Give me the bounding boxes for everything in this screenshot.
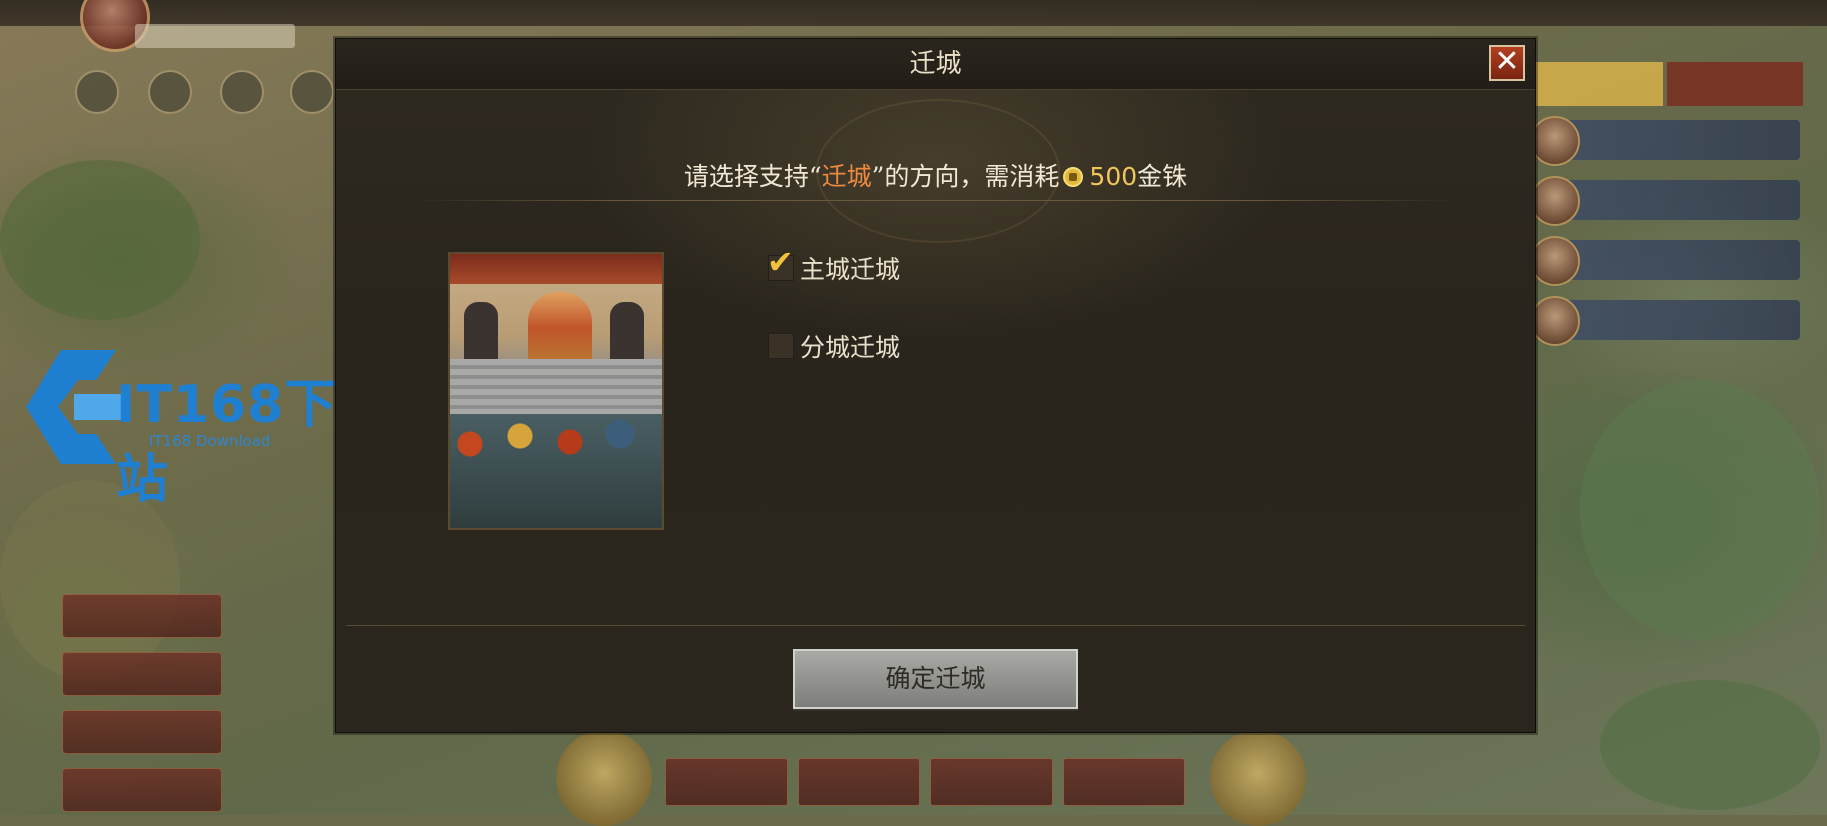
troop-row[interactable] xyxy=(1530,296,1800,346)
branch-city-checkbox[interactable] xyxy=(768,333,794,359)
resource-bar xyxy=(0,0,1827,26)
gold-coin-icon xyxy=(1063,166,1084,187)
right-tab-active[interactable] xyxy=(1535,62,1663,106)
left-menu-item[interactable] xyxy=(62,768,222,812)
troop-row[interactable] xyxy=(1530,116,1800,166)
close-button[interactable]: ✕ xyxy=(1489,45,1525,81)
option-branch-city[interactable]: 分城迁城 xyxy=(768,330,900,362)
option-main-city-label: 主城迁城 xyxy=(800,255,901,284)
checkmark-icon: ✔ xyxy=(767,243,794,281)
confirm-relocate-button[interactable]: 确定迁城 xyxy=(793,649,1078,709)
cost-amount: 500 xyxy=(1089,162,1138,191)
left-menu-item[interactable] xyxy=(62,594,222,638)
watermark-subtitle: IT168 Download xyxy=(149,432,271,450)
player-name-plate xyxy=(135,24,295,48)
close-icon: ✕ xyxy=(1494,44,1520,79)
relocate-city-dialog: 迁城 ✕ 请选择支持“迁城”的方向，需消耗 500金铢 ✔ 主城迁城 分城迁城 确… xyxy=(335,38,1536,733)
divider xyxy=(346,625,1525,626)
main-city-checkbox[interactable]: ✔ xyxy=(767,246,794,281)
option-main-city[interactable]: ✔ 主城迁城 xyxy=(767,246,901,284)
option-branch-city-label: 分城迁城 xyxy=(800,333,901,362)
left-menu-item[interactable] xyxy=(62,710,222,754)
divider xyxy=(414,200,1457,201)
bottom-menu-bar xyxy=(665,758,1185,806)
instruction-text: 请选择支持“迁城”的方向，需消耗 500金铢 xyxy=(336,157,1535,193)
hero-portrait[interactable] xyxy=(1210,730,1306,826)
cost-unit: 金铢 xyxy=(1137,162,1188,191)
troop-row[interactable] xyxy=(1530,236,1800,286)
map-round-button[interactable] xyxy=(220,70,264,114)
troop-row[interactable] xyxy=(1530,176,1800,226)
instruction-prefix: 请选择支持“ xyxy=(683,162,822,191)
dialog-title: 迁城 xyxy=(909,49,962,79)
map-round-button[interactable] xyxy=(290,70,334,114)
general-portrait xyxy=(1530,296,1580,346)
bottom-menu-item[interactable] xyxy=(665,758,788,806)
hero-portrait[interactable] xyxy=(556,730,652,826)
court-illustration xyxy=(448,252,664,530)
right-tab[interactable] xyxy=(1667,62,1803,106)
bottom-menu-item[interactable] xyxy=(797,758,920,806)
left-menu-item[interactable] xyxy=(62,652,222,696)
general-portrait xyxy=(1530,116,1580,166)
map-round-button[interactable] xyxy=(75,70,119,114)
map-round-button[interactable] xyxy=(148,70,192,114)
bottom-menu-item[interactable] xyxy=(1062,758,1185,806)
left-side-menu xyxy=(62,594,222,826)
bottom-menu-item[interactable] xyxy=(930,758,1053,806)
instruction-suffix: ”的方向，需消耗 xyxy=(871,162,1060,191)
instruction-highlight: 迁城 xyxy=(821,162,872,191)
right-panel-tabs xyxy=(1535,62,1815,106)
general-portrait xyxy=(1530,176,1580,226)
general-portrait xyxy=(1530,236,1580,286)
